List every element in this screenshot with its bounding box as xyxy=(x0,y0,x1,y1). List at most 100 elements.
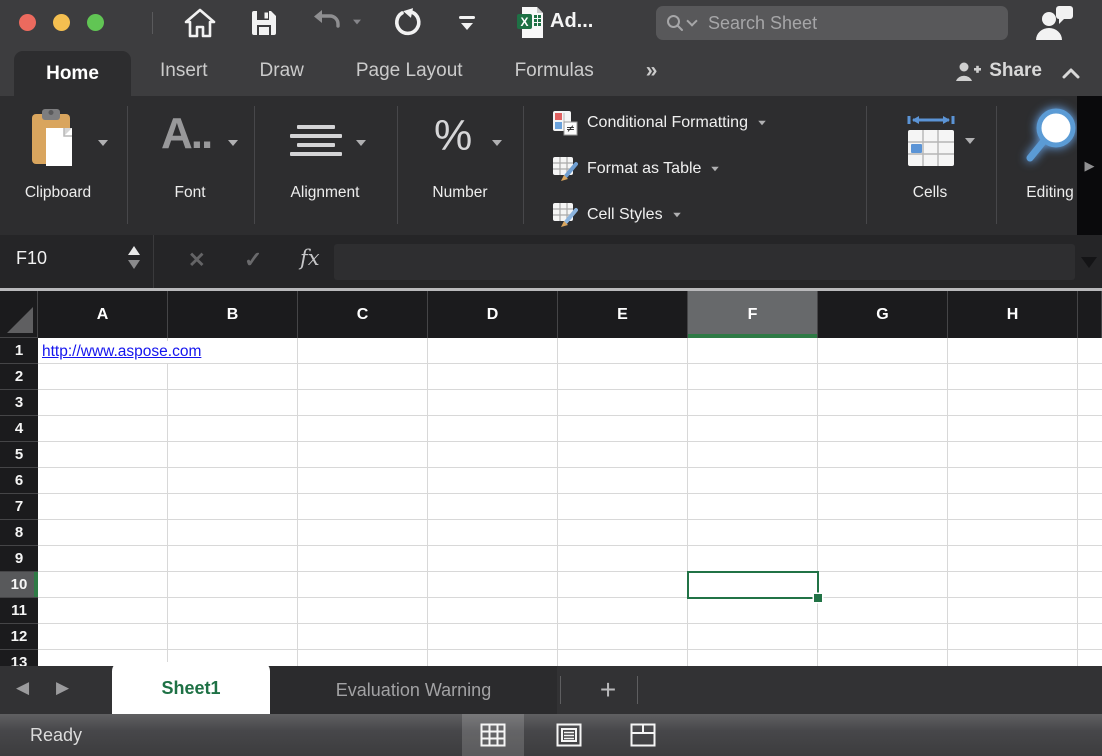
cells-caret[interactable] xyxy=(965,138,975,144)
row-header-2[interactable]: 2 xyxy=(0,364,38,390)
cancel-icon[interactable]: ✕ xyxy=(188,248,206,273)
undo-dropdown-caret[interactable] xyxy=(353,20,361,25)
svg-text:≠: ≠ xyxy=(566,122,575,135)
document-title: Ad... xyxy=(550,10,593,33)
close-window-button[interactable] xyxy=(19,14,36,31)
number-group-icon[interactable]: % xyxy=(434,114,472,158)
sheet-tab-evaluation-warning[interactable]: Evaluation Warning xyxy=(270,666,557,714)
excel-window: X Ad... Search Sheet Home xyxy=(0,0,1102,756)
minimize-window-button[interactable] xyxy=(53,14,70,31)
name-box-spinner[interactable] xyxy=(128,246,140,269)
prev-sheet-arrow[interactable]: ◀ xyxy=(16,678,29,698)
sheet-tab-sheet1[interactable]: Sheet1 xyxy=(112,662,270,714)
row-header-7[interactable]: 7 xyxy=(0,494,38,520)
format-as-table-button[interactable]: Format as Table xyxy=(552,153,720,185)
row-header-9[interactable]: 9 xyxy=(0,546,38,572)
column-header-E[interactable]: E xyxy=(558,291,688,338)
collapse-toolbar-icon[interactable] xyxy=(456,14,478,32)
column-header-A[interactable]: A xyxy=(38,291,168,338)
insert-function-icon[interactable]: fx xyxy=(300,246,320,270)
collapse-ribbon-chevron[interactable] xyxy=(1062,66,1080,84)
font-caret[interactable] xyxy=(228,140,238,146)
row-header-3[interactable]: 3 xyxy=(0,390,38,416)
tab-home[interactable]: Home xyxy=(14,51,131,96)
row-header-11[interactable]: 11 xyxy=(0,598,38,624)
fill-handle[interactable] xyxy=(814,594,822,602)
row-header-10[interactable]: 10 xyxy=(0,572,38,598)
tab-draw[interactable]: Draw xyxy=(260,60,304,82)
format-as-table-label: Format as Table xyxy=(587,160,701,178)
selected-cell-outline xyxy=(687,571,819,599)
search-placeholder: Search Sheet xyxy=(708,13,817,34)
tab-insert[interactable]: Insert xyxy=(160,60,208,82)
ribbon-overflow-strip: ▶ xyxy=(1077,96,1102,235)
row-header-4[interactable]: 4 xyxy=(0,416,38,442)
row-header-1[interactable]: 1 xyxy=(0,338,38,364)
next-sheet-arrow[interactable]: ▶ xyxy=(56,678,69,698)
normal-view-button[interactable] xyxy=(462,714,524,756)
enter-icon[interactable]: ✓ xyxy=(244,247,262,273)
save-icon[interactable] xyxy=(249,8,279,38)
column-header-C[interactable]: C xyxy=(298,291,428,338)
clipboard-caret[interactable] xyxy=(98,140,108,146)
page-layout-view-button[interactable] xyxy=(538,714,600,756)
row-header-12[interactable]: 12 xyxy=(0,624,38,650)
conditional-formatting-label: Conditional Formatting xyxy=(587,114,748,132)
ribbon-tab-row: Home Insert Draw Page Layout Formulas » … xyxy=(0,46,1102,96)
page-break-view-button[interactable] xyxy=(612,714,674,756)
cell-styles-button[interactable]: Cell Styles xyxy=(552,199,682,231)
spinner-down-icon[interactable] xyxy=(128,260,140,269)
cells-icon[interactable] xyxy=(905,108,957,175)
number-caret[interactable] xyxy=(492,140,502,146)
spinner-up-icon[interactable] xyxy=(128,246,140,255)
home-icon[interactable] xyxy=(184,8,216,38)
font-group-icon[interactable]: A.. xyxy=(161,114,211,154)
editing-magnifier-icon[interactable] xyxy=(1018,104,1080,175)
title-bar: X Ad... Search Sheet xyxy=(0,0,1102,46)
add-sheet-button[interactable]: + xyxy=(582,666,634,714)
name-box[interactable]: F10 xyxy=(16,248,47,269)
cell-a1-hyperlink[interactable]: http://www.aspose.com xyxy=(42,341,209,363)
cells-group-label: Cells xyxy=(870,184,990,202)
clipboard-icon[interactable] xyxy=(28,108,80,175)
row-headers: 12345678910111213 xyxy=(0,338,38,666)
tab-formulas[interactable]: Formulas xyxy=(515,60,594,82)
alignment-caret[interactable] xyxy=(356,140,366,146)
font-group-label: Font xyxy=(130,184,250,202)
row-header-8[interactable]: 8 xyxy=(0,520,38,546)
formula-bar-expand-caret[interactable] xyxy=(1081,257,1097,268)
column-header-H[interactable]: H xyxy=(948,291,1078,338)
undo-icon[interactable] xyxy=(310,8,362,36)
conditional-formatting-button[interactable]: ≠ Conditional Formatting xyxy=(552,107,767,139)
select-all-corner[interactable] xyxy=(0,291,38,338)
row-header-6[interactable]: 6 xyxy=(0,468,38,494)
number-group-label: Number xyxy=(400,184,520,202)
alignment-group-label: Alignment xyxy=(265,184,385,202)
share-person-icon xyxy=(955,61,981,81)
cell-styles-icon xyxy=(552,202,578,228)
formula-input[interactable] xyxy=(334,244,1075,280)
share-button[interactable]: Share xyxy=(955,46,1042,96)
search-sheet-input[interactable]: Search Sheet xyxy=(656,6,1008,40)
ribbon-more-arrow[interactable]: ▶ xyxy=(1085,158,1095,174)
column-header-F[interactable]: F xyxy=(688,291,818,338)
tab-overflow-chevrons[interactable]: » xyxy=(646,59,656,83)
account-icon[interactable] xyxy=(1034,4,1076,42)
share-label: Share xyxy=(989,60,1042,82)
cells-area[interactable] xyxy=(38,338,1102,666)
column-header-G[interactable]: G xyxy=(818,291,948,338)
row-header-13[interactable]: 13 xyxy=(0,650,38,666)
search-scope-caret[interactable] xyxy=(686,15,697,26)
conditional-formatting-caret xyxy=(758,121,766,126)
redo-icon[interactable] xyxy=(390,8,422,40)
format-as-table-caret xyxy=(712,167,720,172)
align-center-icon[interactable] xyxy=(288,120,344,161)
column-header-B[interactable]: B xyxy=(168,291,298,338)
tab-page-layout[interactable]: Page Layout xyxy=(356,60,463,82)
excel-doc-icon: X xyxy=(516,6,544,40)
maximize-window-button[interactable] xyxy=(87,14,104,31)
column-header-partial[interactable] xyxy=(1078,291,1102,338)
column-header-D[interactable]: D xyxy=(428,291,558,338)
row-header-5[interactable]: 5 xyxy=(0,442,38,468)
select-all-triangle-icon xyxy=(7,307,33,333)
